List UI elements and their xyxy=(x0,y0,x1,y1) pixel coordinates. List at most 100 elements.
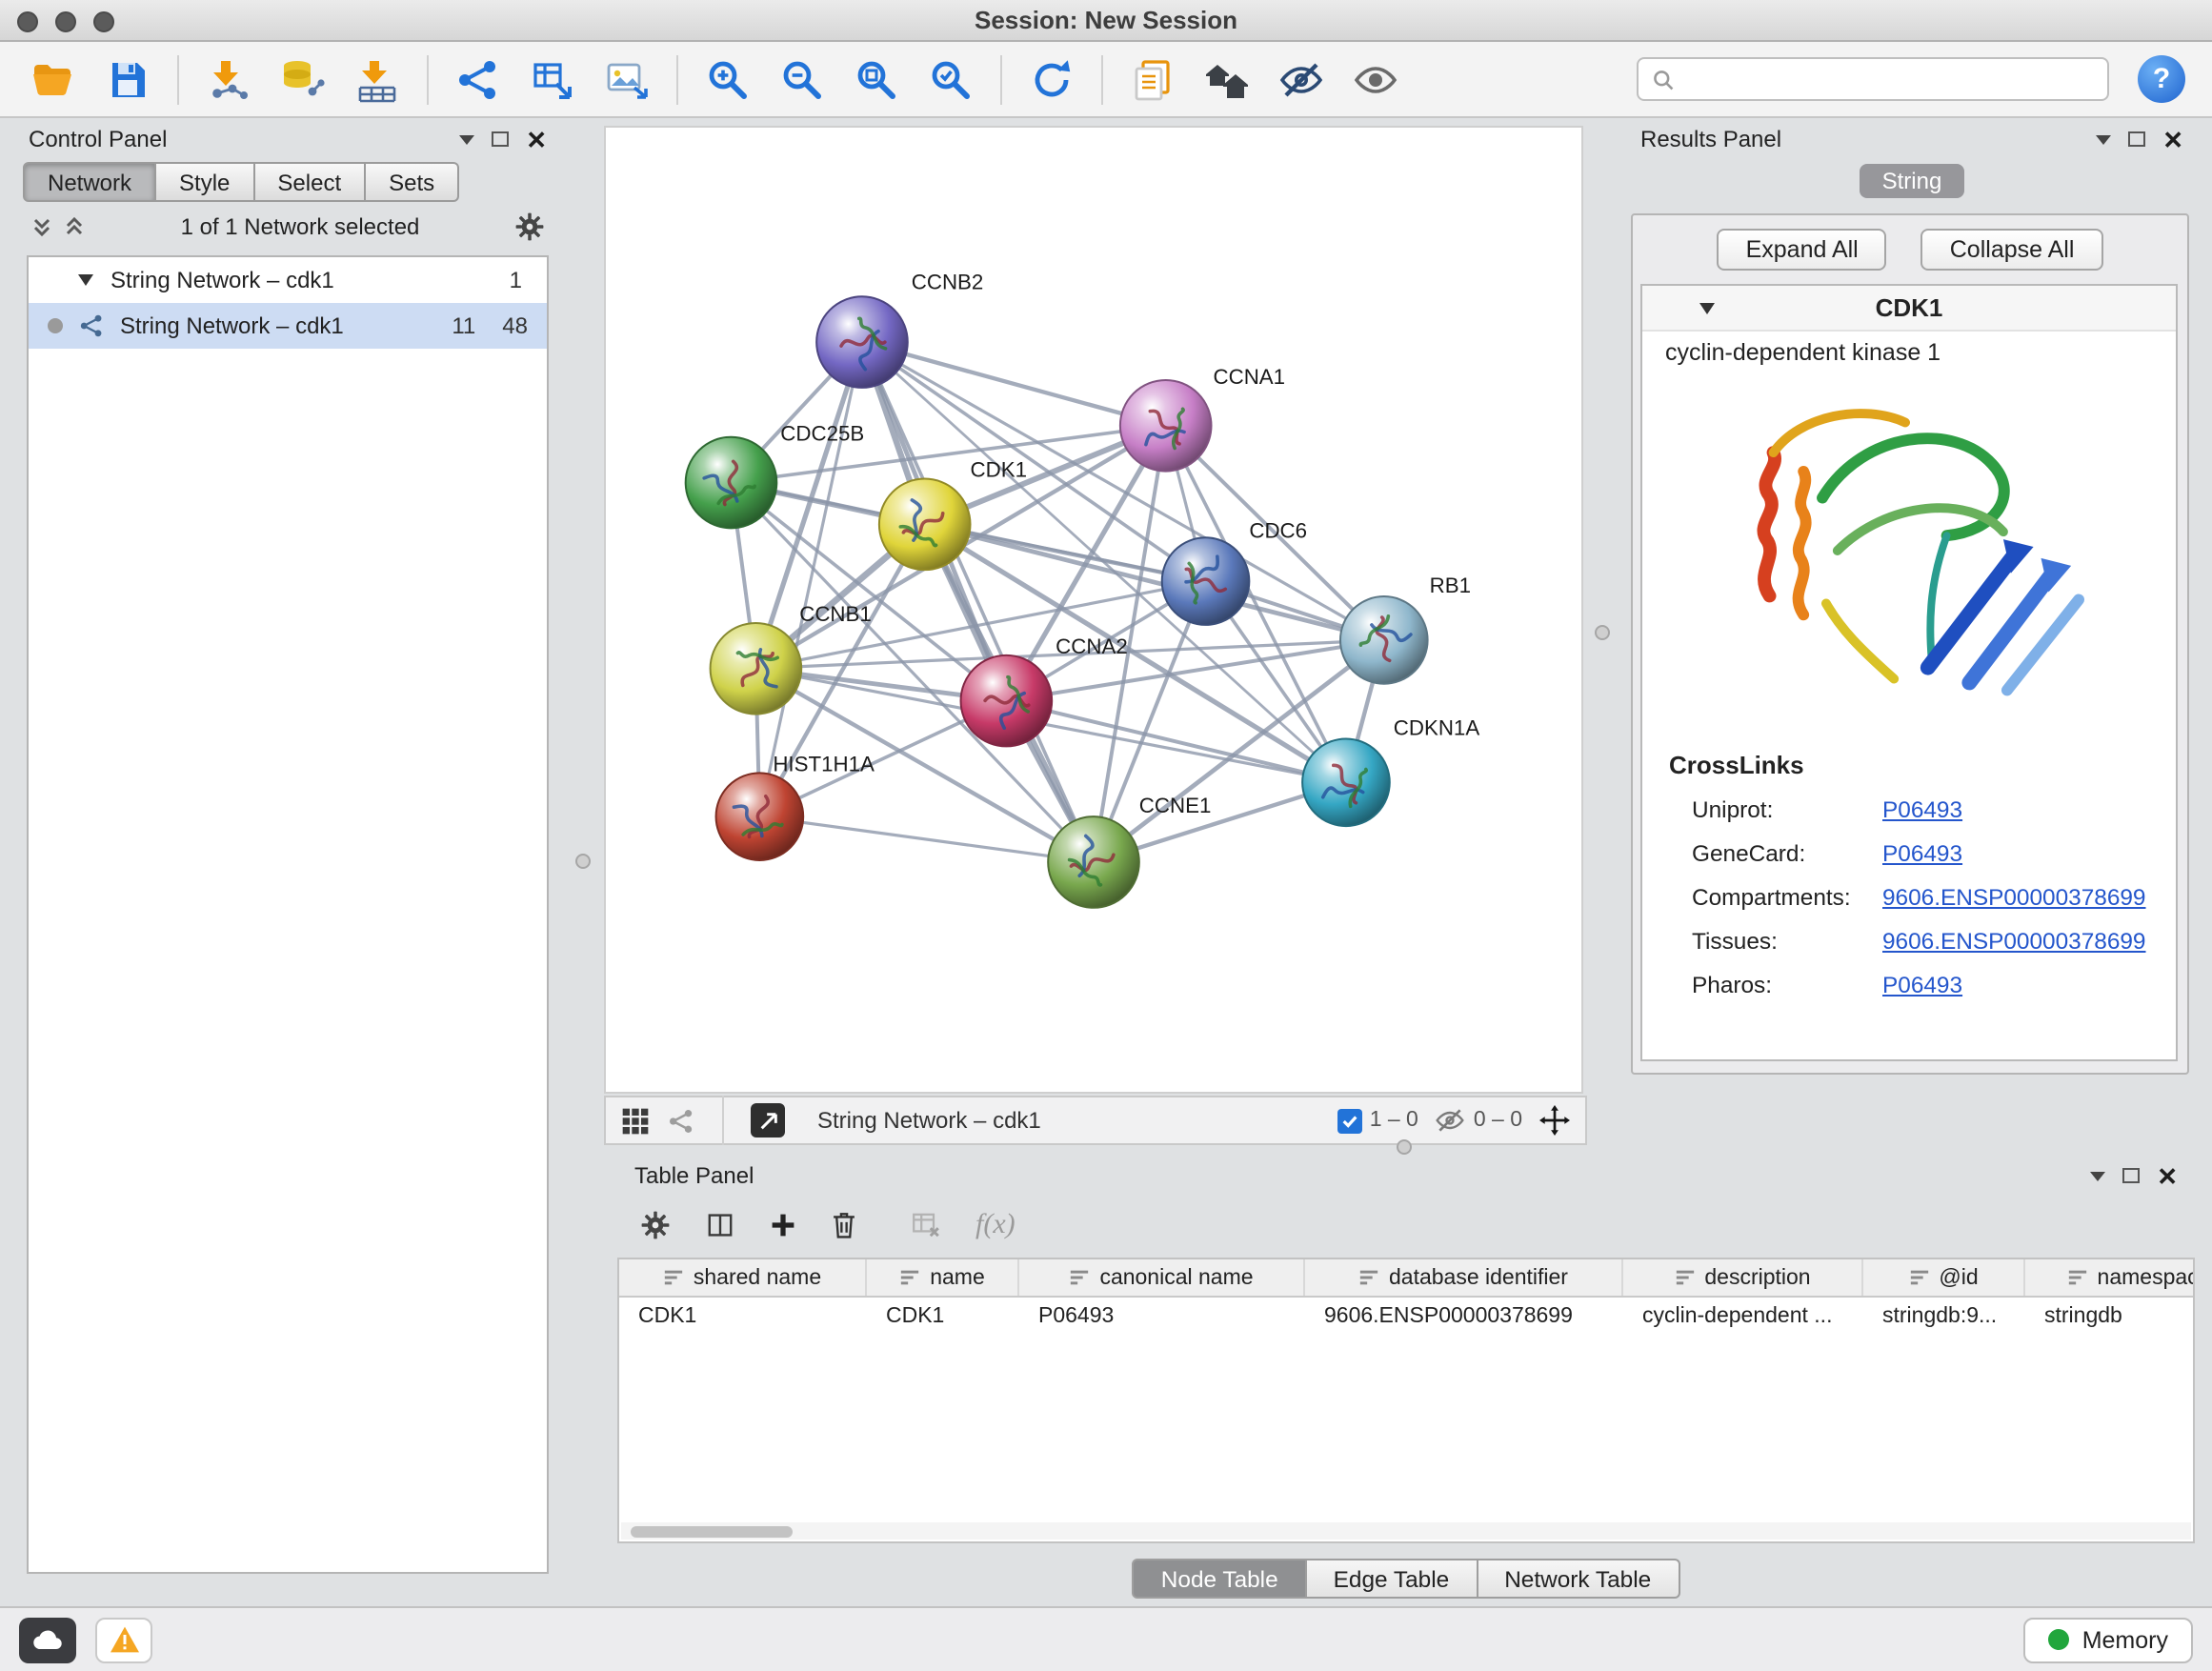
zoom-out-button[interactable] xyxy=(768,49,836,110)
crosslink-link[interactable]: 9606.ENSP00000378699 xyxy=(1882,883,2146,910)
network-collection-row[interactable]: String Network – cdk1 1 xyxy=(29,257,547,303)
zoom-window-button[interactable] xyxy=(93,10,114,31)
network-node[interactable] xyxy=(716,773,804,860)
close-panel-icon[interactable]: ✕ xyxy=(2162,127,2183,151)
cell-description[interactable]: cyclin-dependent ... xyxy=(1623,1298,1863,1336)
collapse-caret-icon[interactable] xyxy=(78,274,93,286)
delete-column-icon[interactable] xyxy=(831,1210,857,1240)
fit-content-button[interactable] xyxy=(1539,1105,1570,1136)
splitter-handle[interactable] xyxy=(575,854,591,869)
crosslink-link[interactable]: P06493 xyxy=(1882,839,1962,866)
minimize-window-button[interactable] xyxy=(55,10,76,31)
import-network-file-button[interactable] xyxy=(194,49,263,110)
column-header-name[interactable]: name xyxy=(867,1259,1019,1296)
network-edge[interactable] xyxy=(759,342,862,816)
search-box[interactable] xyxy=(1637,57,2109,101)
cloud-button[interactable] xyxy=(19,1617,76,1662)
show-all-button[interactable] xyxy=(1341,49,1410,110)
add-column-icon[interactable] xyxy=(770,1212,796,1238)
crosslink-link[interactable]: P06493 xyxy=(1882,795,1962,822)
new-network-button[interactable] xyxy=(444,49,513,110)
crosslink-link[interactable]: 9606.ENSP00000378699 xyxy=(1882,927,2146,954)
collapse-all-icon[interactable] xyxy=(30,215,53,238)
network-edge[interactable] xyxy=(1006,701,1346,783)
network-row-selected[interactable]: String Network – cdk1 11 48 xyxy=(29,303,547,349)
tab-network-table[interactable]: Network Table xyxy=(1478,1559,1679,1599)
close-panel-icon[interactable]: ✕ xyxy=(526,127,547,151)
tab-select[interactable]: Select xyxy=(254,162,366,202)
column-header-shared-name[interactable]: shared name xyxy=(619,1259,867,1296)
network-node[interactable] xyxy=(961,655,1053,747)
tab-style[interactable]: Style xyxy=(156,162,254,202)
column-header-namespace[interactable]: namespace xyxy=(2025,1259,2195,1296)
gear-icon[interactable] xyxy=(514,211,545,242)
network-node[interactable] xyxy=(879,479,971,571)
network-node[interactable] xyxy=(1120,380,1212,472)
node-entry-header[interactable]: CDK1 xyxy=(1642,286,2176,332)
tab-sets[interactable]: Sets xyxy=(366,162,459,202)
network-node[interactable] xyxy=(711,623,802,715)
apply-layout-button[interactable] xyxy=(1017,49,1086,110)
float-panel-icon[interactable] xyxy=(2122,1168,2140,1183)
expand-all-icon[interactable] xyxy=(63,215,86,238)
column-header-canonical-name[interactable]: canonical name xyxy=(1019,1259,1305,1296)
collapse-all-button[interactable]: Collapse All xyxy=(1921,229,2103,271)
gear-icon[interactable] xyxy=(640,1210,671,1240)
zoom-selected-button[interactable] xyxy=(916,49,985,110)
network-edge[interactable] xyxy=(759,816,1094,862)
splitter-handle[interactable] xyxy=(1595,625,1610,640)
network-canvas[interactable]: CCNB2CCNA1CDC25BCDK1CDC6RB1CCNB1CCNA2CDK… xyxy=(604,126,1583,1094)
cell-namespace[interactable]: stringdb xyxy=(2025,1298,2195,1336)
tab-string[interactable]: String xyxy=(1860,164,1965,198)
horizontal-scrollbar[interactable] xyxy=(621,1522,2191,1540)
memory-button[interactable]: Memory xyxy=(2023,1617,2193,1662)
scrollbar-thumb[interactable] xyxy=(631,1525,793,1537)
collapse-entry-icon[interactable] xyxy=(1699,303,1715,314)
zoom-in-button[interactable] xyxy=(694,49,762,110)
column-header-id[interactable]: @id xyxy=(1863,1259,2025,1296)
save-session-button[interactable] xyxy=(93,49,162,110)
column-header-database-identifier[interactable]: database identifier xyxy=(1305,1259,1623,1296)
table-row[interactable]: CDK1 CDK1 P06493 9606.ENSP00000378699 cy… xyxy=(619,1298,2193,1336)
network-from-table-button[interactable] xyxy=(518,49,587,110)
function-builder-icon[interactable]: f(x) xyxy=(975,1209,1016,1241)
cell-shared-name[interactable]: CDK1 xyxy=(619,1298,867,1336)
import-network-database-button[interactable] xyxy=(269,49,337,110)
detach-view-button[interactable] xyxy=(751,1103,785,1137)
panel-menu-icon[interactable] xyxy=(2090,1171,2105,1180)
network-node[interactable] xyxy=(1048,816,1139,908)
network-node[interactable] xyxy=(816,296,908,388)
network-edge[interactable] xyxy=(862,342,1094,862)
cell-name[interactable]: CDK1 xyxy=(867,1298,1019,1336)
show-columns-icon[interactable] xyxy=(705,1210,735,1240)
selected-checkbox-icon[interactable] xyxy=(1337,1108,1362,1133)
close-panel-icon[interactable]: ✕ xyxy=(2157,1163,2178,1188)
import-table-file-button[interactable] xyxy=(343,49,412,110)
network-overview-button[interactable] xyxy=(667,1106,695,1135)
hide-selected-button[interactable] xyxy=(1267,49,1336,110)
cell-canonical-name[interactable]: P06493 xyxy=(1019,1298,1305,1336)
zoom-fit-button[interactable] xyxy=(842,49,911,110)
crosslink-link[interactable]: P06493 xyxy=(1882,971,1962,997)
column-header-description[interactable]: description xyxy=(1623,1259,1863,1296)
float-panel-icon[interactable] xyxy=(492,131,509,147)
copy-document-button[interactable] xyxy=(1118,49,1187,110)
float-panel-icon[interactable] xyxy=(2128,131,2145,147)
network-node[interactable] xyxy=(1340,596,1428,684)
network-graph[interactable]: CCNB2CCNA1CDC25BCDK1CDC6RB1CCNB1CCNA2CDK… xyxy=(606,128,1581,1092)
panel-menu-icon[interactable] xyxy=(2096,134,2111,144)
network-node[interactable] xyxy=(1162,537,1250,625)
cell-id[interactable]: stringdb:9... xyxy=(1863,1298,2025,1336)
tab-edge-table[interactable]: Edge Table xyxy=(1307,1559,1478,1599)
expand-all-button[interactable]: Expand All xyxy=(1718,229,1887,271)
cell-database-identifier[interactable]: 9606.ENSP00000378699 xyxy=(1305,1298,1623,1336)
warnings-button[interactable] xyxy=(95,1617,152,1662)
open-session-button[interactable] xyxy=(19,49,88,110)
help-button[interactable]: ? xyxy=(2138,55,2185,103)
node-table[interactable]: shared name name canonical name database… xyxy=(617,1258,2195,1543)
grid-view-button[interactable] xyxy=(621,1106,650,1135)
network-node[interactable] xyxy=(686,437,777,529)
network-node[interactable] xyxy=(1302,738,1390,826)
tab-network[interactable]: Network xyxy=(23,162,156,202)
close-window-button[interactable] xyxy=(17,10,38,31)
